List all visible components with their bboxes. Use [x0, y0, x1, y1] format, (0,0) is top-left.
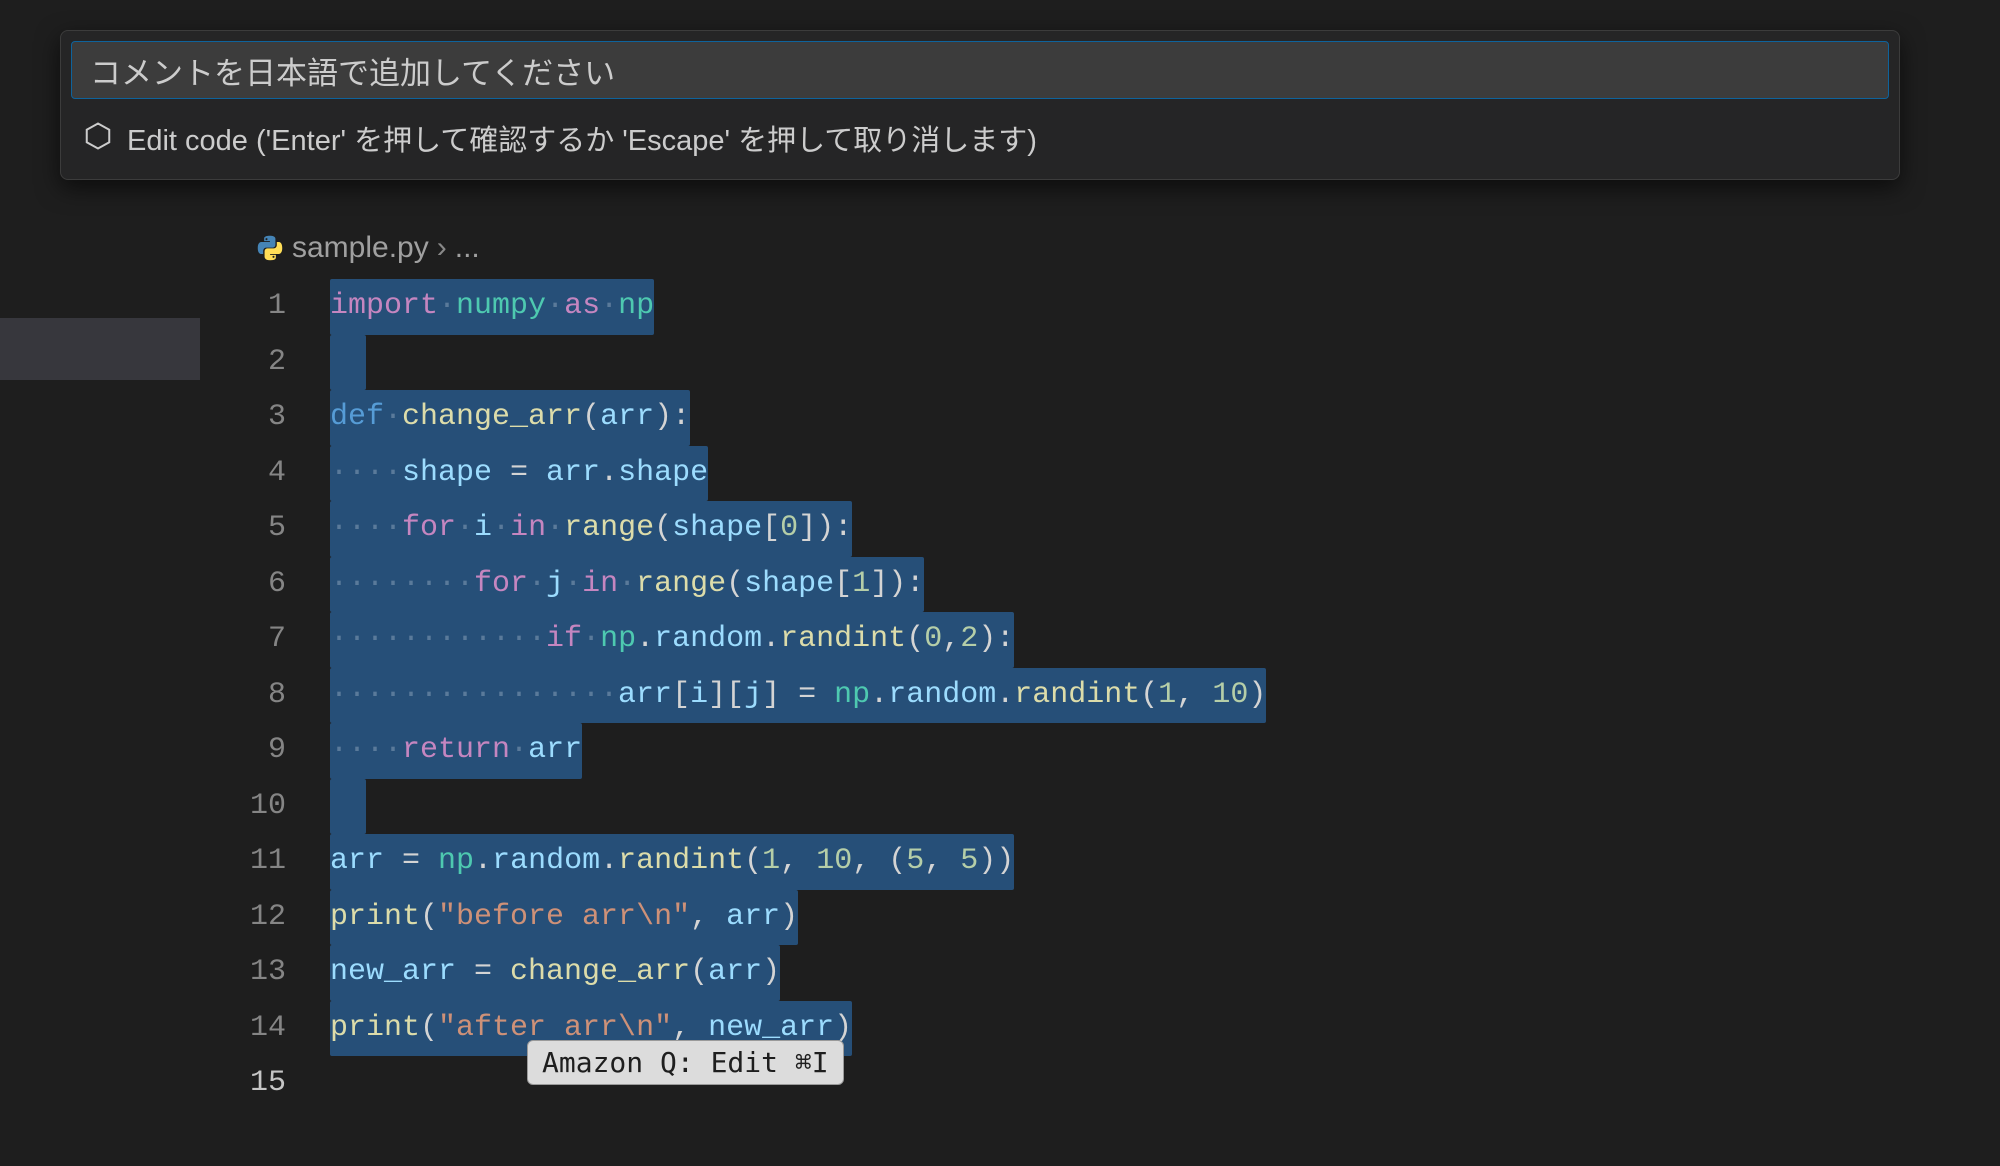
- palette-suggestion[interactable]: Edit code ('Enter' を押して確認するか 'Escape' を押…: [71, 99, 1889, 169]
- amazon-q-codelens[interactable]: Amazon Q: Edit ⌘I: [527, 1040, 844, 1085]
- code-line: 1 import·numpy·as·np: [200, 279, 2000, 335]
- code-content[interactable]: ····shape = arr.shape: [330, 446, 708, 502]
- code-content[interactable]: arr = np.random.randint(1, 10, (5, 5)): [330, 834, 1014, 890]
- line-number: 8: [200, 668, 330, 724]
- code-content[interactable]: [330, 779, 366, 835]
- line-number: 14: [200, 1001, 330, 1057]
- editor-area: sample.py › ... 1 import·numpy·as·np 2 3…: [200, 225, 2000, 1112]
- palette-hint-text: Edit code ('Enter' を押して確認するか 'Escape' を押…: [127, 117, 1037, 159]
- code-content[interactable]: ····return·arr: [330, 723, 582, 779]
- code-line: 12 print("before arr\n", arr): [200, 890, 2000, 946]
- code-line: 9 ····return·arr: [200, 723, 2000, 779]
- code-line: 15: [200, 1056, 2000, 1112]
- line-number: 7: [200, 612, 330, 668]
- code-line: 2: [200, 335, 2000, 391]
- code-line: 4 ····shape = arr.shape: [200, 446, 2000, 502]
- code-content[interactable]: def·change_arr(arr):: [330, 390, 690, 446]
- code-content[interactable]: ················arr[i][j] = np.random.ra…: [330, 668, 1266, 724]
- line-number: 4: [200, 446, 330, 502]
- code-content[interactable]: print("before arr\n", arr): [330, 890, 798, 946]
- command-palette: Edit code ('Enter' を押して確認するか 'Escape' を押…: [60, 30, 1900, 180]
- line-number: 10: [200, 779, 330, 835]
- code-line: 11 arr = np.random.randint(1, 10, (5, 5)…: [200, 834, 2000, 890]
- code-line: 5 ····for·i·in·range(shape[0]):: [200, 501, 2000, 557]
- breadcrumb-rest[interactable]: ...: [455, 231, 480, 265]
- line-number: 6: [200, 557, 330, 613]
- code-line: 14 print("after arr\n", new_arr): [200, 1001, 2000, 1057]
- line-number: 12: [200, 890, 330, 946]
- code-line: 13 new_arr = change_arr(arr): [200, 945, 2000, 1001]
- line-number: 13: [200, 945, 330, 1001]
- sidebar-active-item[interactable]: [0, 318, 200, 380]
- palette-input[interactable]: [71, 41, 1889, 99]
- breadcrumb[interactable]: sample.py › ...: [200, 225, 2000, 279]
- code-content[interactable]: new_arr = change_arr(arr): [330, 945, 780, 1001]
- line-number: 3: [200, 390, 330, 446]
- line-number: 15: [200, 1056, 330, 1112]
- line-number: 1: [200, 279, 330, 335]
- line-number: 11: [200, 834, 330, 890]
- hexagon-icon: [83, 121, 113, 156]
- line-number: 5: [200, 501, 330, 557]
- line-number: 2: [200, 335, 330, 391]
- code-content[interactable]: ············if·np.random.randint(0,2):: [330, 612, 1014, 668]
- breadcrumb-file[interactable]: sample.py: [292, 231, 429, 265]
- code-line: 6 ········for·j·in·range(shape[1]):: [200, 557, 2000, 613]
- code-line: 8 ················arr[i][j] = np.random.…: [200, 668, 2000, 724]
- breadcrumb-separator: ›: [437, 231, 447, 265]
- code-content[interactable]: import·numpy·as·np: [330, 279, 654, 335]
- code-content[interactable]: [330, 335, 366, 391]
- code-content[interactable]: ····for·i·in·range(shape[0]):: [330, 501, 852, 557]
- code-line: 10: [200, 779, 2000, 835]
- code-content[interactable]: ········for·j·in·range(shape[1]):: [330, 557, 924, 613]
- python-icon: [256, 234, 284, 262]
- code-line: 7 ············if·np.random.randint(0,2):: [200, 612, 2000, 668]
- code-line: 3 def·change_arr(arr):: [200, 390, 2000, 446]
- code-editor[interactable]: 1 import·numpy·as·np 2 3 def·change_arr(…: [200, 279, 2000, 1112]
- line-number: 9: [200, 723, 330, 779]
